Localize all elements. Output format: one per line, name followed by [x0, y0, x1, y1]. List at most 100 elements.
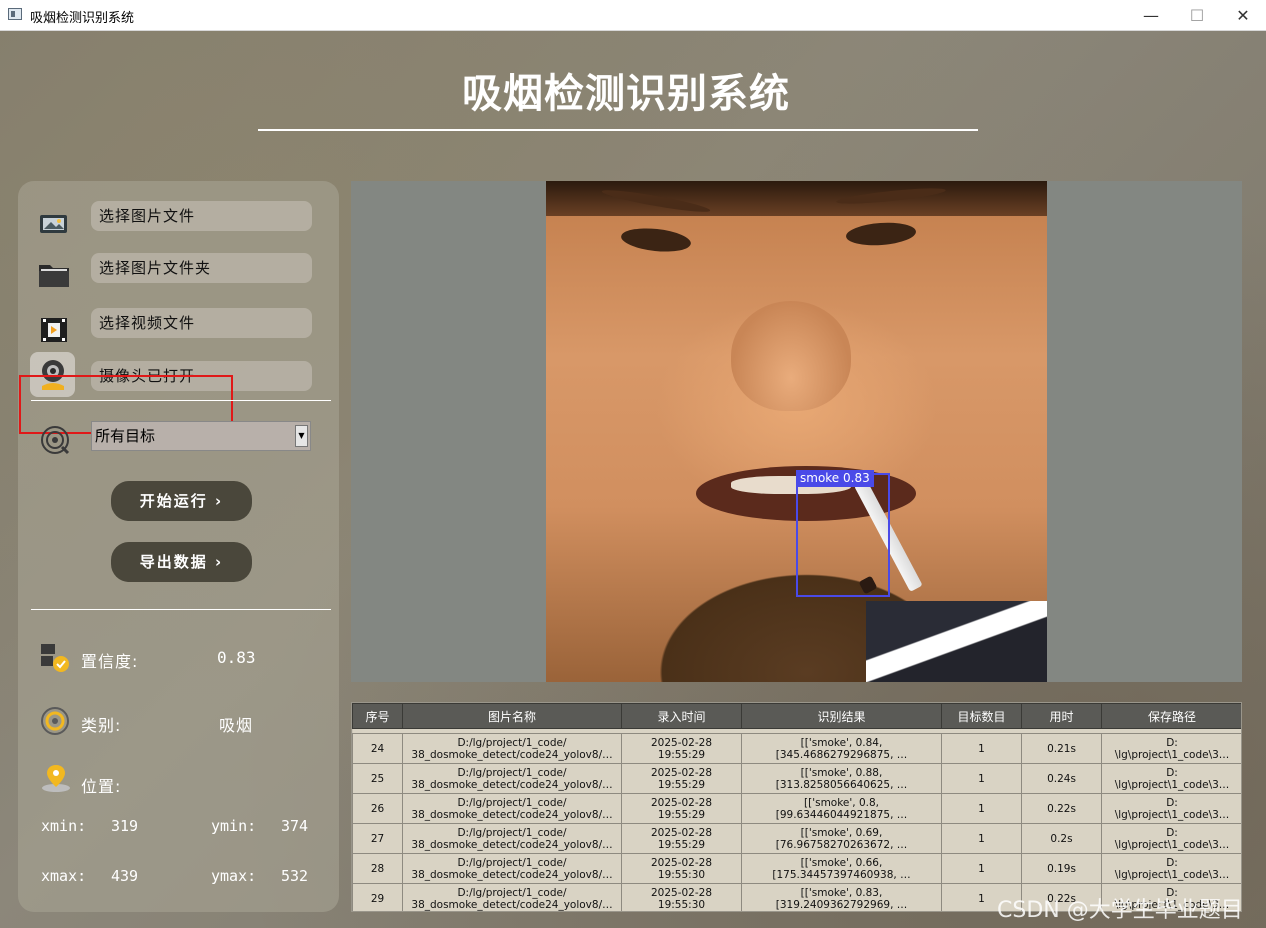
cell-index: 24 — [352, 733, 403, 764]
ymax-value: 532 — [281, 867, 309, 885]
detection-photo: smoke 0.83 — [546, 181, 1047, 682]
cell-save-path-line: D: — [1166, 796, 1178, 809]
detection-box — [796, 473, 890, 597]
cell-time: 2025-02-28 19:55:30 — [621, 883, 742, 911]
target-select[interactable]: 所有目标 ▼ — [91, 421, 311, 451]
cell-time-line: 19:55:29 — [657, 808, 706, 821]
cell-image-name: D:/lg/project/1_code/38_dosmoke_detect/c… — [402, 793, 622, 824]
folder-icon[interactable] — [36, 257, 72, 293]
cell-time-line: 2025-02-28 — [650, 766, 713, 779]
cell-result-line: [76.96758270263672, … — [775, 838, 908, 851]
ymin-label: ymin: — [211, 817, 257, 835]
menu-select-image: 选择图片文件 — [18, 201, 339, 245]
video-file-icon[interactable] — [36, 312, 72, 348]
select-video-button[interactable]: 选择视频文件 — [91, 308, 312, 338]
cell-time-line: 2025-02-28 — [650, 856, 713, 869]
xmax-value: 439 — [111, 867, 139, 885]
cell-time: 2025-02-28 19:55:29 — [621, 763, 742, 794]
cell-save-path-line: D: — [1166, 766, 1178, 779]
cell-index: 28 — [352, 853, 403, 884]
cell-count: 1 — [941, 763, 1022, 794]
location-icon — [40, 762, 72, 798]
col-header-result[interactable]: 识别结果 — [741, 703, 942, 729]
select-image-button[interactable]: 选择图片文件 — [91, 201, 312, 231]
table-row[interactable]: 27 D:/lg/project/1_code/38_dosmoke_detect… — [352, 823, 1241, 854]
photo-eye-right — [845, 220, 917, 248]
xmin-label: xmin: — [41, 817, 87, 835]
confidence-icon — [39, 642, 71, 678]
cell-result: [['smoke', 0.88, [313.8258056640625, … — [741, 763, 942, 794]
cell-time-line: 19:55:30 — [657, 898, 706, 911]
cell-time-line: 19:55:29 — [657, 778, 706, 791]
title-divider — [258, 129, 978, 131]
photo-nose — [731, 301, 851, 411]
cell-image-name: D:/lg/project/1_code/38_dosmoke_detect/c… — [402, 823, 622, 854]
start-button[interactable]: 开始运行 › — [111, 481, 252, 521]
cell-image-name-line: D:/lg/project/1_code/ — [457, 796, 567, 809]
cell-image-name-line: 38_dosmoke_detect/code24_yolov8/… — [411, 778, 613, 791]
cell-result-line: [['smoke', 0.69, — [800, 826, 883, 839]
table-row[interactable]: 26 D:/lg/project/1_code/38_dosmoke_detect… — [352, 793, 1241, 824]
cell-image-name-line: D:/lg/project/1_code/ — [457, 856, 567, 869]
ymin-value: 374 — [281, 817, 309, 835]
cell-duration: 0.21s — [1021, 733, 1102, 764]
cell-save-path-line: \lg\project\1_code\3… — [1114, 778, 1230, 791]
table-row[interactable]: 25 D:/lg/project/1_code/38_dosmoke_detect… — [352, 763, 1241, 794]
cell-image-name-line: D:/lg/project/1_code/ — [457, 826, 567, 839]
cell-time-line: 2025-02-28 — [650, 796, 713, 809]
close-button[interactable]: ✕ — [1220, 0, 1266, 31]
cell-save-path-line: D: — [1166, 856, 1178, 869]
cell-index-line: 25 — [370, 772, 385, 785]
image-display: smoke 0.83 — [351, 181, 1242, 682]
target-icon — [40, 425, 70, 459]
cell-result-line: [313.8258056640625, … — [775, 778, 908, 791]
watermark: CSDN @大学生毕业题目 — [997, 898, 1243, 923]
menu-select-video: 选择视频文件 — [18, 308, 339, 352]
window-title: 吸烟检测识别系统 — [30, 11, 135, 26]
table-header-row: 序号 图片名称 录入时间 识别结果 目标数目 用时 保存路径 — [352, 703, 1241, 729]
window-app-icon — [8, 8, 22, 20]
cell-result-line: [['smoke', 0.84, — [800, 736, 883, 749]
cell-result: [['smoke', 0.84, [345.4686279296875, … — [741, 733, 942, 764]
cell-index: 26 — [352, 793, 403, 824]
cell-image-name: D:/lg/project/1_code/38_dosmoke_detect/c… — [402, 733, 622, 764]
export-button[interactable]: 导出数据 › — [111, 542, 252, 582]
col-header-index[interactable]: 序号 — [352, 703, 403, 729]
cell-save-path: D: \lg\project\1_code\3… — [1101, 763, 1241, 794]
target-select-value: 所有目标 — [95, 427, 156, 445]
cell-time: 2025-02-28 19:55:30 — [621, 853, 742, 884]
menu-divider — [31, 400, 331, 401]
cell-time: 2025-02-28 19:55:29 — [621, 823, 742, 854]
cell-time-line: 19:55:30 — [657, 868, 706, 881]
results-table[interactable]: 序号 图片名称 录入时间 识别结果 目标数目 用时 保存路径 24 D:/lg/p… — [351, 702, 1242, 912]
col-header-time[interactable]: 录入时间 — [621, 703, 742, 729]
select-folder-button[interactable]: 选择图片文件夹 — [91, 253, 312, 283]
cell-index-line: 26 — [370, 802, 385, 815]
maximize-button[interactable]: ☐ — [1174, 0, 1220, 31]
table-row[interactable]: 24 D:/lg/project/1_code/38_dosmoke_detect… — [352, 733, 1241, 764]
image-file-icon[interactable] — [36, 205, 72, 241]
cell-image-name: D:/lg/project/1_code/38_dosmoke_detect/c… — [402, 883, 622, 911]
col-header-count[interactable]: 目标数目 — [941, 703, 1022, 729]
cell-count: 1 — [941, 823, 1022, 854]
table-row[interactable]: 28 D:/lg/project/1_code/38_dosmoke_detect… — [352, 853, 1241, 884]
cell-result-line: [99.63446044921875, … — [775, 808, 908, 821]
cell-result: [['smoke', 0.69, [76.96758270263672, … — [741, 823, 942, 854]
xmax-label: xmax: — [41, 867, 87, 885]
chevron-down-icon[interactable]: ▼ — [295, 425, 308, 447]
cell-duration: 0.19s — [1021, 853, 1102, 884]
col-header-image-name[interactable]: 图片名称 — [402, 703, 622, 729]
cell-image-name-line: D:/lg/project/1_code/ — [457, 766, 567, 779]
cell-time: 2025-02-28 19:55:29 — [621, 793, 742, 824]
cell-save-path: D: \lg\project\1_code\3… — [1101, 793, 1241, 824]
cell-time-line: 19:55:29 — [657, 748, 706, 761]
confidence-label: 置信度: — [81, 652, 139, 671]
col-header-save-path[interactable]: 保存路径 — [1101, 703, 1241, 729]
cell-count-line: 1 — [978, 772, 985, 785]
col-header-duration[interactable]: 用时 — [1021, 703, 1102, 729]
minimize-button[interactable]: — — [1128, 0, 1174, 31]
cell-image-name-line: 38_dosmoke_detect/code24_yolov8/… — [411, 748, 613, 761]
cell-image-name-line: 38_dosmoke_detect/code24_yolov8/… — [411, 808, 613, 821]
cell-time: 2025-02-28 19:55:29 — [621, 733, 742, 764]
cell-index: 29 — [352, 883, 403, 911]
